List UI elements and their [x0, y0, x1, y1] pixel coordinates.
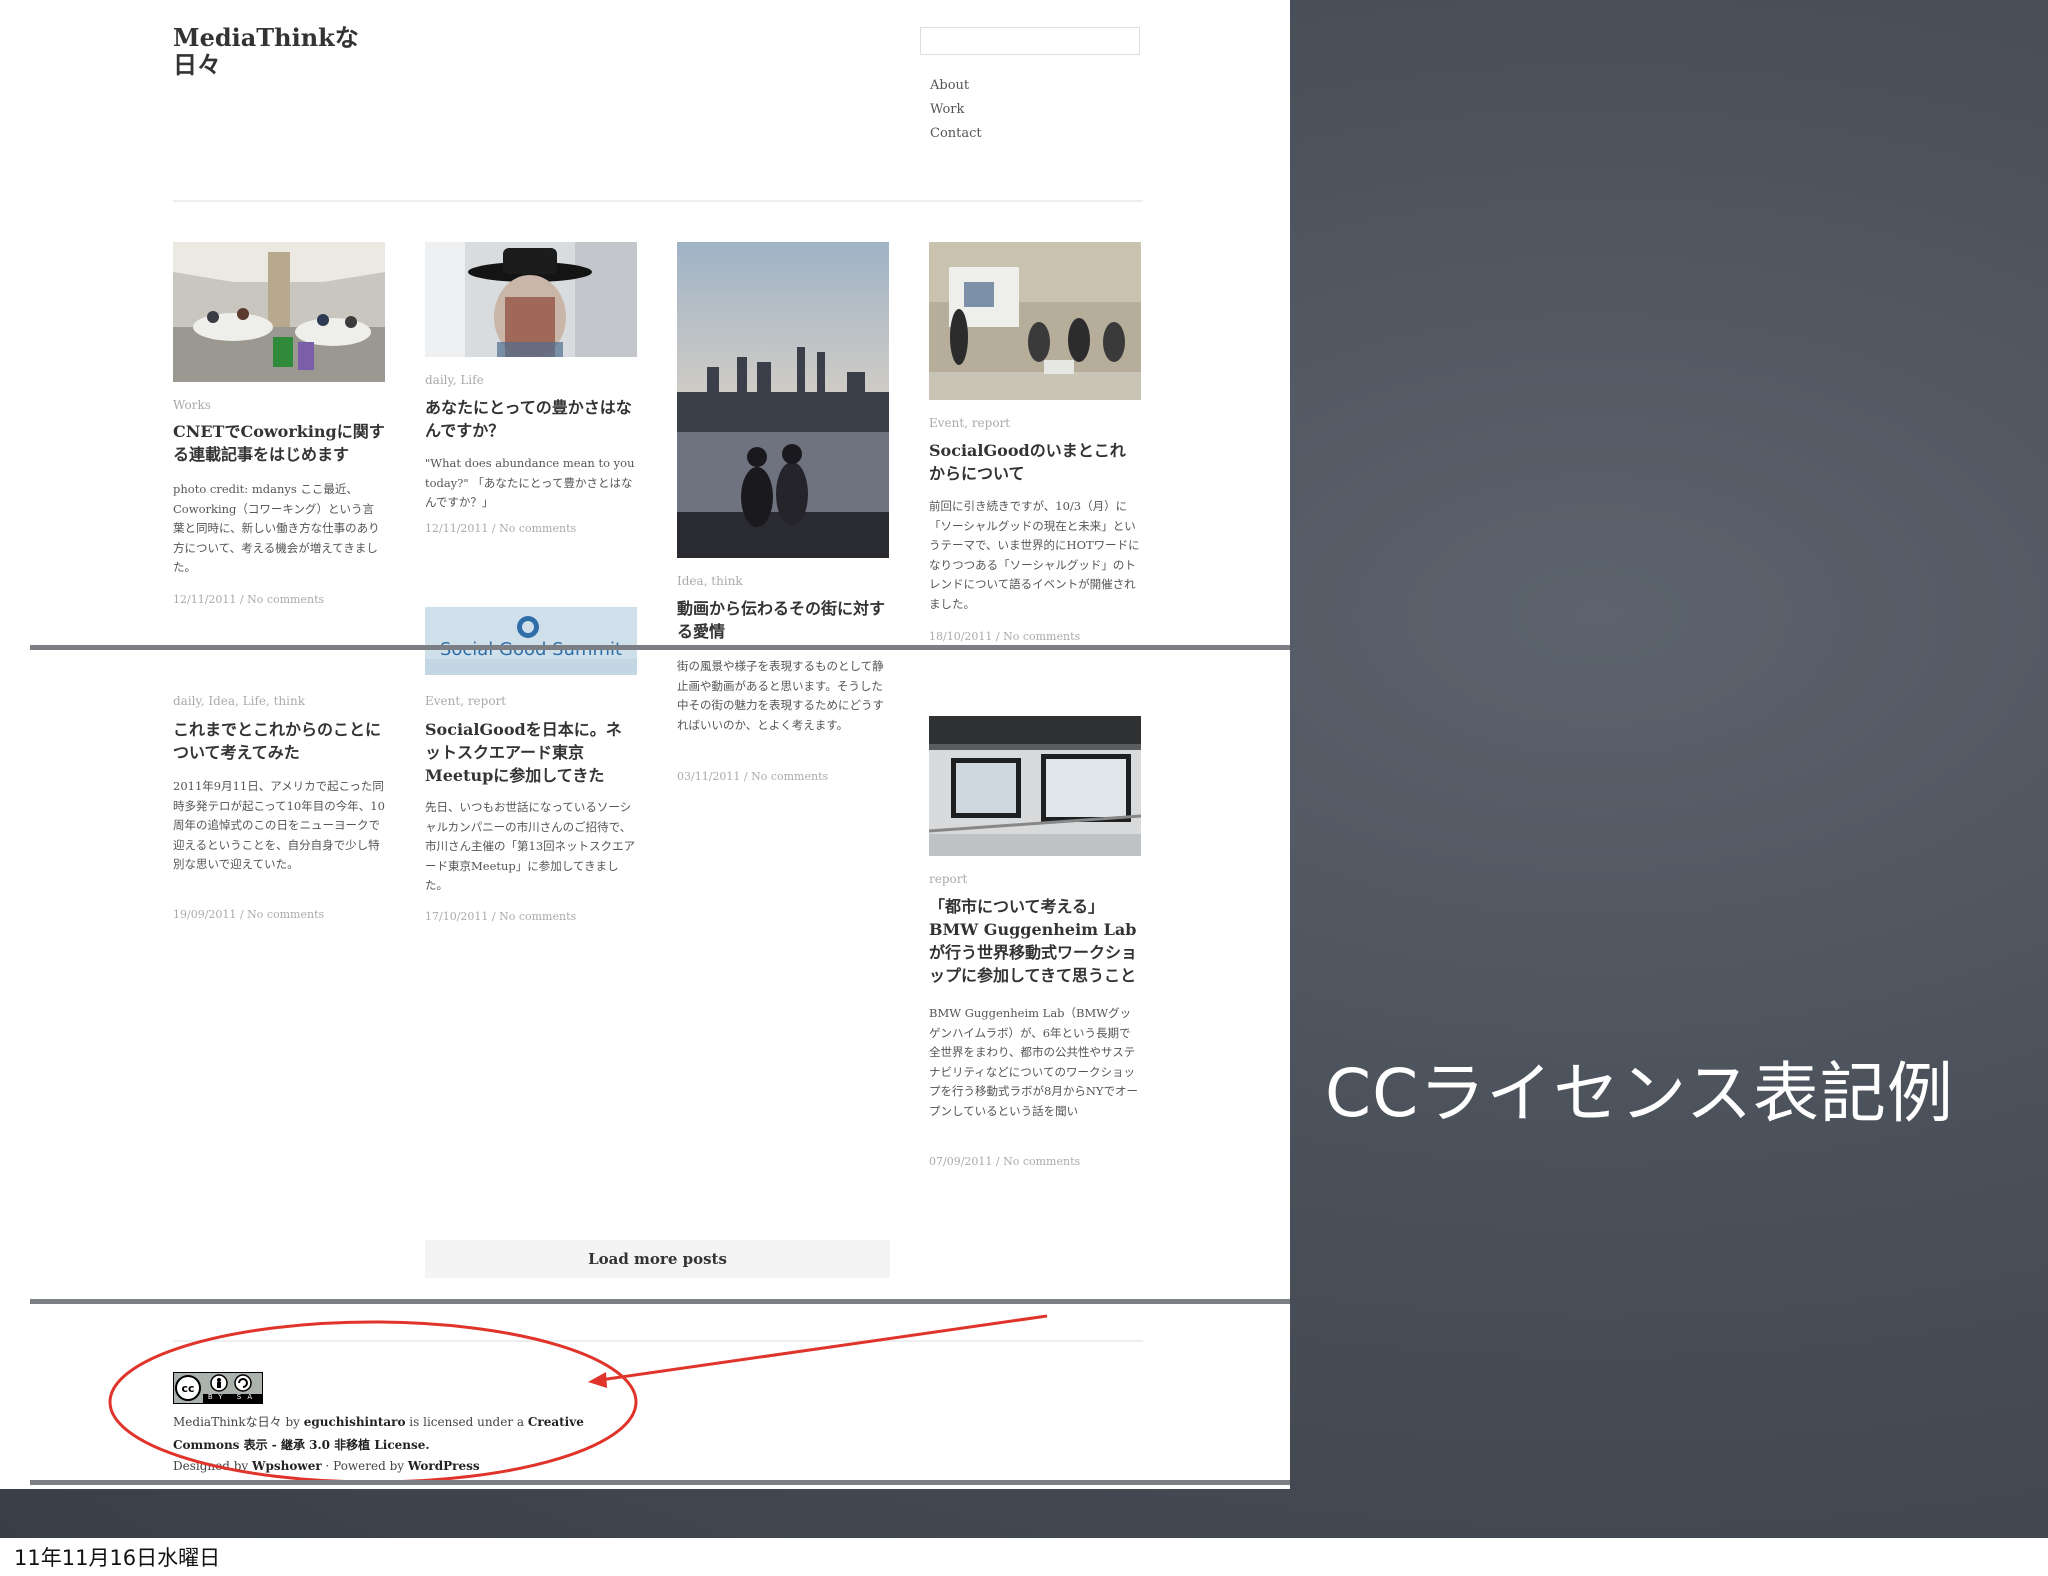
search-input[interactable] — [920, 27, 1140, 55]
post-excerpt: "What does abundance mean to you today?"… — [425, 456, 635, 509]
post-meta[interactable]: 17/10/2011 / No comments — [425, 910, 576, 923]
annotation-arrowhead — [588, 1372, 607, 1388]
post-title[interactable]: あなたにとっての豊かさはなんですか？ — [425, 396, 637, 442]
post-excerpt: 街の風景や様子を表現するものとして静止画や動画があると思います。そうした中その街… — [677, 659, 884, 732]
separator-bar-top — [30, 645, 1290, 650]
post-category[interactable]: daily, Idea, Life, think — [173, 694, 305, 708]
site-title[interactable]: MediaThinkな 日々 — [173, 24, 363, 78]
cc-badge-label: BY SA — [207, 1393, 259, 1401]
creative-commons-badge[interactable]: cc BY SA — [173, 1372, 263, 1404]
license-text-line2: Commons 表示 - 継承 3.0 非移植 License. — [173, 1436, 430, 1453]
license-author-link[interactable]: eguchishintaro — [304, 1415, 406, 1429]
post-meta[interactable]: 19/09/2011 / No comments — [173, 908, 324, 921]
designed-by-label: Designed by — [173, 1459, 253, 1473]
website-screenshot: MediaThinkな 日々 About Work Contact Works — [0, 0, 1290, 1489]
post-category[interactable]: Works — [173, 398, 211, 412]
post-meta[interactable]: 07/09/2011 / No comments — [929, 1155, 1080, 1168]
post-thumbnail-social-good-summit[interactable]: Social Good Summit — [425, 607, 637, 675]
post-title[interactable]: これまでとこれからのことについて考えてみた — [173, 718, 385, 764]
post-thumbnail-abundance[interactable] — [425, 242, 637, 357]
license-text-line1: MediaThinkな日々 by eguchishintaro is licen… — [173, 1413, 584, 1430]
post-category[interactable]: Event, report — [929, 416, 1010, 430]
post-title[interactable]: 「都市について考える」BMW Guggenheim Labが行う世界移動式ワーク… — [929, 895, 1141, 987]
post-excerpt: photo credit: mdanys ここ最近、Coworking（コワーキ… — [173, 482, 380, 574]
svg-text:cc: cc — [181, 1382, 194, 1395]
separator-bar-bottom — [30, 1480, 1290, 1485]
post-category[interactable]: daily, Life — [425, 373, 484, 387]
slide-title: CCライセンス表記例 — [1325, 1055, 1954, 1132]
header-divider — [173, 200, 1143, 202]
slide-background: MediaThinkな 日々 About Work Contact Works — [0, 0, 2048, 1538]
post-thumbnail-guggenheim-lab[interactable] — [929, 716, 1141, 856]
wordpress-link[interactable]: WordPress — [408, 1459, 480, 1473]
nav-work[interactable]: Work — [930, 102, 964, 117]
post-thumbnail-socialgood-event[interactable] — [929, 242, 1141, 400]
nav-about[interactable]: About — [930, 78, 969, 93]
footer-bar — [0, 1538, 2048, 1576]
post-title[interactable]: 動画から伝わるその街に対する愛情 — [677, 597, 889, 643]
post-thumbnail-city[interactable] — [677, 242, 889, 558]
post-category[interactable]: Event, report — [425, 694, 506, 708]
slide-date: 11年11月16日水曜日 — [14, 1546, 221, 1570]
post-meta[interactable]: 12/11/2011 / No comments — [425, 522, 576, 535]
post-title[interactable]: CNETでCoworkingに関する連載記事をはじめます — [173, 420, 385, 466]
post-category[interactable]: Idea, think — [677, 574, 743, 588]
license-mid-text: is licensed under a — [405, 1415, 528, 1429]
wpshower-link[interactable]: Wpshower — [252, 1459, 322, 1473]
footer-divider — [173, 1340, 1143, 1342]
post-meta[interactable]: 18/10/2011 / No comments — [929, 630, 1080, 643]
post-excerpt: 2011年9月11日、アメリカで起こった同時多発テロが起こって10年目の今年、1… — [173, 779, 385, 871]
license-link-end[interactable]: Commons 表示 - 継承 3.0 非移植 License. — [173, 1438, 430, 1452]
post-excerpt: 前回に引き続きですが、10/3（月）に「ソーシャルグッドの現在と未来」というテー… — [929, 499, 1140, 611]
post-title[interactable]: SocialGoodのいまとこれからについて — [929, 439, 1141, 485]
credits-line: Designed by Wpshower · Powered by WordPr… — [173, 1459, 480, 1473]
post-meta[interactable]: 12/11/2011 / No comments — [173, 593, 324, 606]
site-title-line2: 日々 — [173, 50, 221, 79]
post-meta[interactable]: 03/11/2011 / No comments — [677, 770, 828, 783]
license-site-name: MediaThinkな日々 by — [173, 1415, 304, 1429]
powered-by-label: · Powered by — [321, 1459, 408, 1473]
post-excerpt: BMW Guggenheim Lab（BMWグッゲンハイムラボ）が、6年という長… — [929, 1006, 1138, 1118]
load-more-button[interactable]: Load more posts — [425, 1240, 890, 1278]
separator-bar-middle — [30, 1299, 1290, 1304]
post-category[interactable]: report — [929, 872, 967, 886]
nav-contact[interactable]: Contact — [930, 126, 982, 141]
post-title[interactable]: SocialGoodを日本に。ネットスクエアード東京Meetupに参加してきた — [425, 718, 637, 787]
post-excerpt: 先日、いつもお世話になっているソーシャルカンパニーの市川さんのご招待で、市川さん… — [425, 800, 636, 892]
post-thumbnail-coworking[interactable] — [173, 242, 385, 382]
annotation-arrow-line — [599, 1314, 1048, 1382]
site-title-line1: MediaThinkな — [173, 23, 359, 52]
license-link-start[interactable]: Creative — [528, 1415, 584, 1429]
